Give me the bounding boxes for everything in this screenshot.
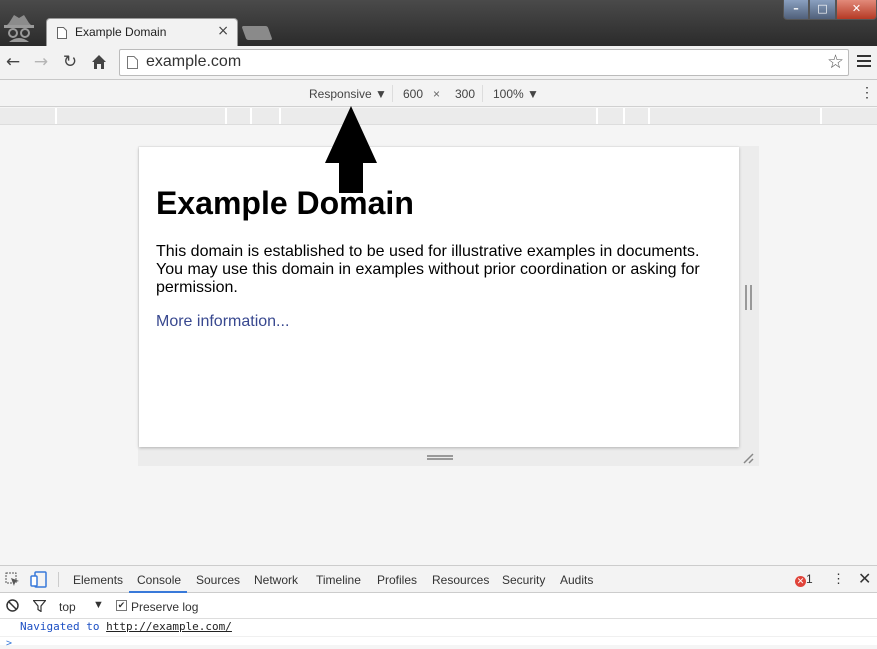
device-icon[interactable] bbox=[30, 571, 48, 588]
devtools-panel: Elements Console Sources Network Timelin… bbox=[0, 565, 877, 649]
browser-toolbar: ← → ↻ example.com ☆ bbox=[0, 46, 877, 80]
console-filter-bar: top ▼ ✔ Preserve log bbox=[0, 593, 877, 619]
kebab-icon[interactable]: ⋮ bbox=[860, 85, 874, 99]
clear-icon[interactable] bbox=[6, 599, 19, 612]
tab-network[interactable]: Network bbox=[254, 573, 298, 587]
page-icon bbox=[57, 27, 67, 39]
media-query-bar[interactable] bbox=[0, 108, 877, 125]
devtools-tab-bar: Elements Console Sources Network Timelin… bbox=[0, 566, 877, 593]
chevron-down-icon[interactable]: ▼ bbox=[93, 599, 104, 611]
device-toolbar: Responsive ▼ 600 × 300 100% ▼ ⋮ bbox=[0, 80, 877, 107]
minimize-button[interactable]: – bbox=[783, 0, 809, 20]
viewport-height-input[interactable]: 300 bbox=[455, 87, 475, 101]
maximize-icon: □ bbox=[817, 2, 828, 15]
error-count: 1 bbox=[806, 572, 813, 586]
resize-handle-bottom[interactable] bbox=[427, 455, 453, 460]
preserve-log-label: Preserve log bbox=[131, 600, 199, 614]
kebab-icon[interactable]: ⋮ bbox=[832, 572, 845, 585]
console-message: Navigated to http://example.com/ bbox=[0, 619, 877, 637]
close-icon: ✕ bbox=[851, 2, 862, 15]
maximize-button[interactable]: □ bbox=[809, 0, 836, 20]
url-text[interactable]: example.com bbox=[146, 53, 241, 71]
zoom-select[interactable]: 100% ▼ bbox=[493, 87, 539, 101]
tab-audits[interactable]: Audits bbox=[560, 573, 593, 587]
back-icon: ← bbox=[5, 52, 21, 72]
incognito-icon bbox=[4, 15, 34, 42]
error-counter[interactable]: ✕ 1 bbox=[795, 572, 813, 587]
more-information-link[interactable]: More information... bbox=[156, 313, 289, 331]
viewport-width-input[interactable]: 600 bbox=[403, 87, 423, 101]
tab-timeline[interactable]: Timeline bbox=[316, 573, 361, 587]
tab-sources[interactable]: Sources bbox=[196, 573, 240, 587]
tab-elements[interactable]: Elements bbox=[73, 573, 123, 587]
tab-close-button[interactable]: × bbox=[217, 23, 229, 39]
tab-title: Example Domain bbox=[75, 25, 167, 39]
inspect-icon[interactable] bbox=[5, 572, 20, 587]
new-tab-button[interactable] bbox=[241, 26, 273, 40]
star-icon[interactable]: ☆ bbox=[827, 51, 844, 73]
back-button[interactable]: ← bbox=[3, 52, 23, 72]
home-button[interactable] bbox=[89, 52, 109, 72]
dimension-separator: × bbox=[433, 87, 441, 101]
filter-icon[interactable] bbox=[33, 600, 46, 612]
close-window-button[interactable]: ✕ bbox=[836, 0, 877, 20]
browser-tab[interactable]: Example Domain × bbox=[46, 18, 238, 46]
context-select[interactable]: top bbox=[59, 600, 76, 614]
close-icon[interactable]: ✕ bbox=[858, 569, 871, 589]
resize-handle-corner[interactable] bbox=[742, 452, 754, 464]
emulated-page: Example Domain This domain is establishe… bbox=[139, 147, 739, 447]
tab-security[interactable]: Security bbox=[502, 573, 545, 587]
minimize-icon: – bbox=[793, 2, 799, 15]
tab-console[interactable]: Console bbox=[137, 573, 181, 587]
tab-resources[interactable]: Resources bbox=[432, 573, 489, 587]
up-arrow-annotation bbox=[325, 106, 377, 193]
resize-handle-right[interactable] bbox=[745, 285, 752, 310]
log-prefix: Navigated to bbox=[20, 620, 107, 633]
page-body-text: This domain is established to be used fo… bbox=[156, 243, 700, 296]
address-bar[interactable]: example.com ☆ bbox=[119, 49, 849, 76]
reload-icon: ↻ bbox=[62, 52, 78, 72]
preserve-log-checkbox[interactable]: ✔ bbox=[116, 600, 127, 611]
device-mode-select[interactable]: Responsive ▼ bbox=[309, 87, 387, 101]
page-icon bbox=[127, 56, 138, 69]
console-prompt[interactable]: > bbox=[6, 638, 12, 649]
forward-button[interactable]: → bbox=[31, 52, 51, 72]
tab-profiles[interactable]: Profiles bbox=[377, 573, 417, 587]
title-bar: Example Domain × – □ ✕ bbox=[0, 0, 877, 46]
log-url-link[interactable]: http://example.com/ bbox=[106, 620, 232, 633]
forward-icon: → bbox=[33, 52, 49, 72]
error-icon: ✕ bbox=[795, 576, 806, 587]
home-icon bbox=[92, 55, 106, 69]
menu-icon[interactable] bbox=[857, 55, 871, 69]
reload-button[interactable]: ↻ bbox=[60, 52, 80, 72]
